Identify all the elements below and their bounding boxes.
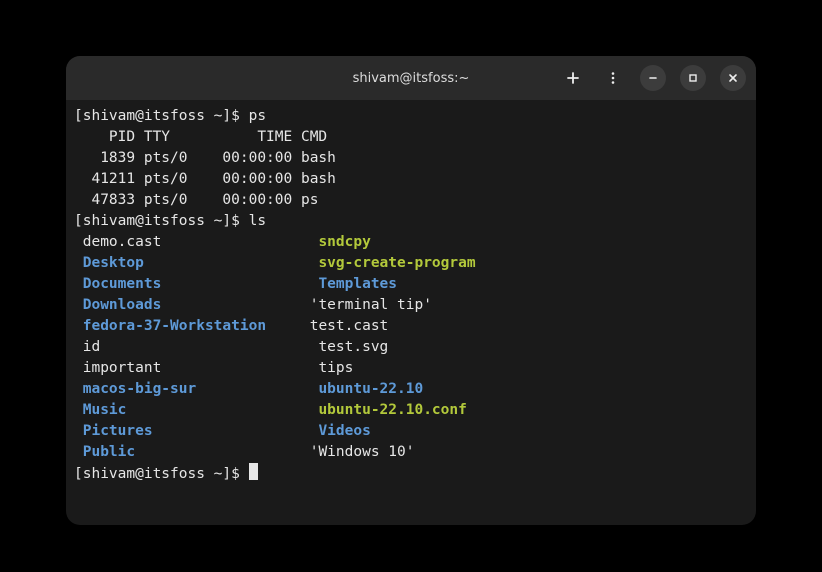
- ls-item: ubuntu-22.10: [310, 381, 424, 397]
- ls-item: Videos: [310, 423, 371, 439]
- ls-item: Public: [74, 444, 135, 460]
- terminal-body[interactable]: [shivam@itsfoss ~]$ ps PID TTY TIME CMD …: [66, 100, 756, 525]
- ps-header: PID TTY TIME CMD: [74, 129, 327, 145]
- ls-item: id: [74, 339, 100, 355]
- ps-row: 1839 pts/0 00:00:00 bash: [74, 150, 336, 166]
- minimize-button[interactable]: [640, 65, 666, 91]
- ps-row: 41211 pts/0 00:00:00 bash: [74, 171, 336, 187]
- command-ls: ls: [249, 213, 266, 229]
- prompt: [shivam@itsfoss ~]$: [74, 213, 249, 229]
- ls-item: svg-create-program: [310, 255, 476, 271]
- ls-item: Downloads: [74, 297, 161, 313]
- cursor: [249, 463, 258, 480]
- ls-item: Music: [74, 402, 126, 418]
- ls-item: test.svg: [310, 339, 389, 355]
- ls-item: fedora-37-Workstation: [74, 318, 266, 334]
- ls-item: 'Windows 10': [310, 444, 415, 460]
- ls-item: ubuntu-22.10.conf: [310, 402, 467, 418]
- ls-item: Pictures: [74, 423, 153, 439]
- close-button[interactable]: [720, 65, 746, 91]
- ls-item: Documents: [74, 276, 161, 292]
- ps-row: 47833 pts/0 00:00:00 ps: [74, 192, 318, 208]
- ls-item: Desktop: [74, 255, 144, 271]
- ls-item: demo.cast: [74, 234, 161, 250]
- new-tab-button[interactable]: [560, 65, 586, 91]
- ls-item: tips: [310, 360, 354, 376]
- terminal-window: shivam@itsfoss:~ [shivam@itsfoss ~]$ ps …: [66, 56, 756, 525]
- window-title: shivam@itsfoss:~: [353, 71, 470, 86]
- ls-item: test.cast: [301, 318, 388, 334]
- titlebar: shivam@itsfoss:~: [66, 56, 756, 100]
- ls-item: sndcpy: [310, 234, 371, 250]
- ls-item: important: [74, 360, 161, 376]
- ls-item: macos-big-sur: [74, 381, 196, 397]
- window-controls: [560, 65, 746, 91]
- ls-item: 'terminal tip': [310, 297, 432, 313]
- ls-item: Templates: [310, 276, 397, 292]
- maximize-button[interactable]: [680, 65, 706, 91]
- command-ps: ps: [249, 108, 266, 124]
- menu-button[interactable]: [600, 65, 626, 91]
- prompt: [shivam@itsfoss ~]$: [74, 108, 249, 124]
- prompt: [shivam@itsfoss ~]$: [74, 466, 249, 482]
